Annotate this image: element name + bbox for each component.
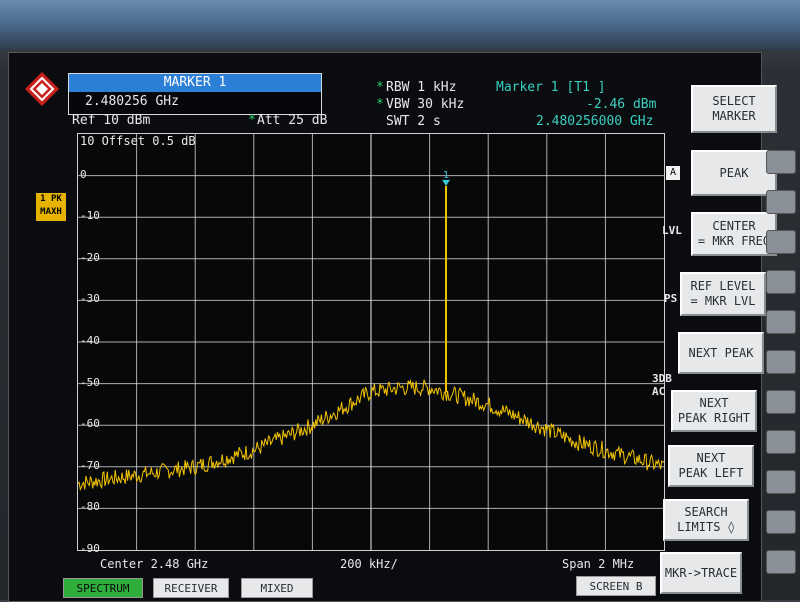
mkr-trace-button[interactable]: MKR->TRACE	[660, 552, 742, 594]
attenuation-label: Att 25 dB	[257, 113, 328, 128]
screen-b-button[interactable]: SCREEN B	[576, 576, 656, 596]
offset-label: 10 Offset 0.5 dB	[80, 134, 196, 148]
div-label: 200 kHz/	[340, 557, 398, 571]
search-limits-line1: SEARCH	[684, 505, 728, 519]
y-tick-label: -60	[80, 417, 100, 431]
vbw-label: VBW 30 kHz	[386, 97, 465, 112]
ref-level-label: Ref 10 dBm	[72, 113, 151, 128]
next-peak-right-line2: PEAK RIGHT	[677, 411, 751, 425]
side-key[interactable]	[766, 310, 796, 334]
side-key[interactable]	[766, 510, 796, 534]
rohde-schwarz-logo	[25, 72, 59, 106]
marker-flag-label: 1	[443, 170, 449, 181]
ref-level-mkr-button[interactable]: REF LEVEL = MKR LVL	[680, 272, 766, 316]
select-marker-line1: SELECT	[712, 94, 756, 108]
side-keypad	[760, 150, 800, 600]
side-key[interactable]	[766, 430, 796, 454]
side-key[interactable]	[766, 550, 796, 574]
y-tick-label: -50	[80, 375, 100, 389]
rbw-star: *	[376, 80, 384, 95]
marker-readout-level: -2.46 dBm	[586, 97, 657, 112]
ref-level-line1: REF LEVEL	[690, 279, 756, 293]
next-peak-left-line1: NEXT	[696, 451, 726, 465]
trace-mode-badge: 1 PK MAXH	[36, 193, 66, 221]
next-peak-right-line1: NEXT	[699, 396, 729, 410]
spectrum-plot[interactable]: 1	[77, 133, 665, 551]
y-tick-label: -30	[80, 292, 100, 306]
y-tick-label: -90	[80, 542, 100, 555]
bezel-top-band	[0, 0, 800, 50]
y-tick-label: -70	[80, 458, 100, 472]
peak-label: PEAK	[719, 165, 749, 180]
side-key[interactable]	[766, 270, 796, 294]
side-key[interactable]	[766, 390, 796, 414]
center-line1: CENTER	[712, 219, 756, 233]
marker-entry-box[interactable]: MARKER 1 2.480256 GHz	[68, 73, 322, 115]
marker-readout-freq: 2.480256000 GHz	[536, 114, 654, 129]
next-peak-left-line2: PEAK LEFT	[678, 466, 744, 480]
spectrum-svg: 1	[78, 134, 664, 550]
next-peak-label: NEXT PEAK	[688, 345, 754, 360]
plot-grid	[78, 134, 664, 550]
swt-label: SWT 2 s	[386, 114, 441, 129]
vbw-star: *	[376, 97, 384, 112]
tab-receiver[interactable]: RECEIVER	[153, 578, 229, 598]
next-peak-left-button[interactable]: NEXT PEAK LEFT	[668, 445, 754, 487]
rbw-label: RBW 1 kHz	[386, 80, 457, 95]
y-tick-label: -20	[80, 250, 100, 264]
next-peak-right-button[interactable]: NEXT PEAK RIGHT	[671, 390, 757, 432]
y-tick-label: -10	[80, 209, 100, 223]
y-tick-label: -80	[80, 500, 100, 514]
select-marker-button[interactable]: SELECT MARKER	[691, 85, 777, 133]
ps-indicator: PS	[664, 292, 678, 305]
span-label: Span 2 MHz	[562, 557, 635, 571]
y-tick-label: -40	[80, 334, 100, 347]
tab-mixed[interactable]: MIXED	[241, 578, 313, 598]
search-limits-button[interactable]: SEARCH LIMITS ◊	[663, 499, 749, 541]
side-key[interactable]	[766, 470, 796, 494]
y-tick-label: 0	[80, 167, 87, 181]
side-key[interactable]	[766, 350, 796, 374]
trace-badge-line1: 1 PK	[40, 194, 62, 204]
mkr-trace-label: MKR->TRACE	[664, 565, 738, 580]
next-peak-button[interactable]: NEXT PEAK	[678, 332, 764, 374]
marker-readout-title: Marker 1 [T1 ]	[496, 80, 606, 95]
tab-spectrum[interactable]: SPECTRUM	[63, 578, 143, 598]
lvl-indicator: LVL	[662, 224, 682, 237]
ac-indicator: AC	[652, 385, 666, 398]
search-limits-line2: LIMITS ◊	[677, 520, 735, 534]
center-freq-label: Center 2.48 GHz	[100, 557, 209, 571]
ref-level-line2: = MKR LVL	[690, 294, 756, 308]
select-marker-line2: MARKER	[712, 109, 756, 123]
side-key[interactable]	[766, 150, 796, 174]
marker-group: 1	[442, 170, 451, 186]
trace-badge-line2: MAXH	[40, 207, 62, 217]
marker-box-title: MARKER 1	[69, 74, 321, 92]
side-key[interactable]	[766, 230, 796, 254]
side-key[interactable]	[766, 190, 796, 214]
marker-box-frequency: 2.480256 GHz	[85, 94, 179, 109]
att-star: *	[248, 113, 256, 128]
3db-indicator: 3DB	[652, 372, 672, 385]
trace-a-indicator: A	[666, 166, 680, 180]
